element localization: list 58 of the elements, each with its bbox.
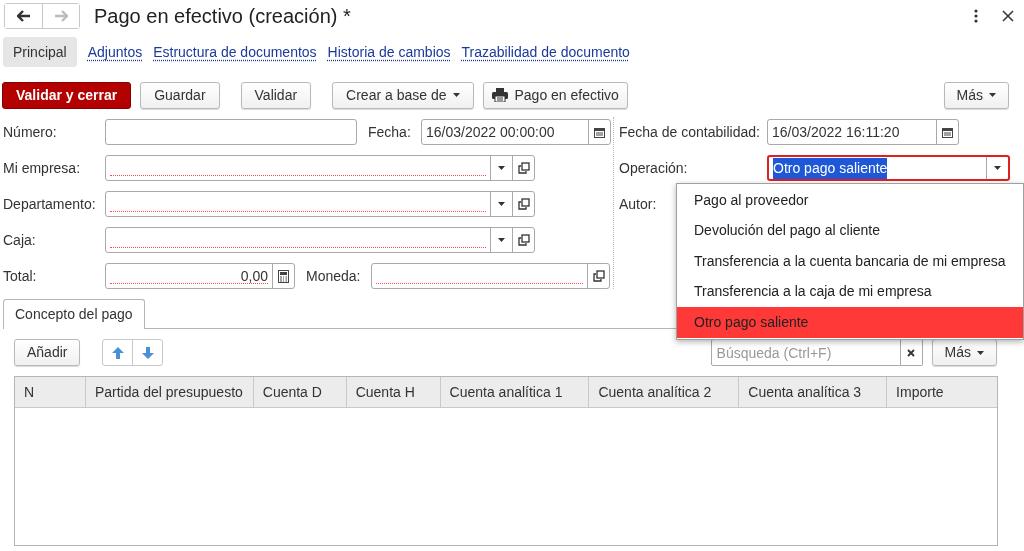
dropdown-option[interactable]: Pago al proveedor	[677, 185, 1023, 216]
field-label: Autor:	[619, 194, 657, 214]
dropdown-option[interactable]: Transferencia a la caja de mi empresa	[677, 276, 1023, 307]
caret-icon	[989, 93, 996, 97]
tab[interactable]: Adjuntos	[87, 37, 143, 67]
column-header[interactable]: Cuenta analítica 1	[440, 377, 590, 407]
window-title: Pago en efectivo (creación) *	[94, 4, 351, 29]
field-value: 16/03/2022 00:00:00	[426, 122, 555, 142]
field-value: Otro pago saliente	[773, 157, 888, 179]
column-header[interactable]: Cuenta D	[253, 377, 347, 407]
field-label: Departamento:	[3, 194, 97, 214]
validate-close-button[interactable]: Validar y cerrar	[2, 81, 132, 109]
tab[interactable]: Historia de cambios	[327, 37, 451, 67]
print-button[interactable]: Pago en efectivo	[482, 81, 628, 109]
field-label: Fecha de contabilidad:	[619, 122, 760, 142]
column-header[interactable]: Cuenta analítica 2	[589, 377, 740, 407]
column-header[interactable]: Partida del presupuesto	[85, 377, 254, 407]
input-field[interactable]	[105, 119, 357, 145]
caret-icon	[452, 93, 460, 97]
dropdown-option[interactable]: Devolución del pago al cliente	[677, 215, 1023, 246]
tab[interactable]: Principal	[3, 37, 77, 67]
dropdown-option[interactable]: Otro pago saliente	[677, 307, 1023, 338]
field-label: Moneda:	[306, 266, 362, 286]
input-field[interactable]	[105, 191, 535, 217]
column-header[interactable]: Cuenta analítica 3	[739, 377, 888, 407]
column-header[interactable]: Importe	[887, 377, 997, 407]
input-field[interactable]	[105, 155, 535, 181]
field-value: 0,00	[240, 266, 268, 286]
field-label: Total:	[3, 266, 38, 286]
right-arrow-icon	[54, 10, 68, 22]
input-field[interactable]: Otro pago saliente	[767, 155, 1010, 181]
field-label: Fecha:	[368, 122, 412, 142]
column-header[interactable]: N	[15, 377, 86, 407]
printer-icon	[491, 88, 508, 102]
toolbar-button[interactable]: Guardar	[140, 81, 220, 109]
input-field[interactable]: 16/03/2022 16:11:20	[767, 119, 959, 145]
dropdown-option[interactable]: Transferencia a la cuenta bancaria de mi empresa	[677, 246, 1023, 277]
input-field[interactable]: 0,00	[105, 263, 295, 289]
field-label: Operación:	[619, 158, 688, 178]
search-field[interactable]: Búsqueda (Ctrl+F)	[710, 339, 901, 366]
toolbar-button[interactable]: Validar	[240, 81, 312, 109]
more-button[interactable]: Más	[943, 81, 1009, 109]
caret-icon	[977, 350, 984, 355]
tab[interactable]: Trazabilidad de documento	[461, 37, 630, 67]
column-header[interactable]: Cuenta H	[346, 377, 441, 407]
field-label: Mi empresa:	[3, 158, 82, 178]
left-arrow-icon	[16, 10, 31, 22]
tab[interactable]: Estructura de documentos	[153, 37, 317, 67]
tab[interactable]: Concepto del pago	[3, 299, 145, 329]
field-label: Número:	[3, 122, 58, 142]
input-field[interactable]	[105, 227, 535, 253]
more-button[interactable]: Más	[931, 339, 997, 366]
field-label: Caja:	[3, 230, 37, 250]
field-value: 16/03/2022 16:11:20	[772, 122, 900, 142]
input-field[interactable]	[371, 263, 610, 289]
create-based-on-button[interactable]: Crear a base de	[332, 81, 474, 109]
add-button[interactable]: Añadir	[14, 339, 81, 366]
input-field[interactable]: 16/03/2022 00:00:00	[421, 119, 611, 145]
